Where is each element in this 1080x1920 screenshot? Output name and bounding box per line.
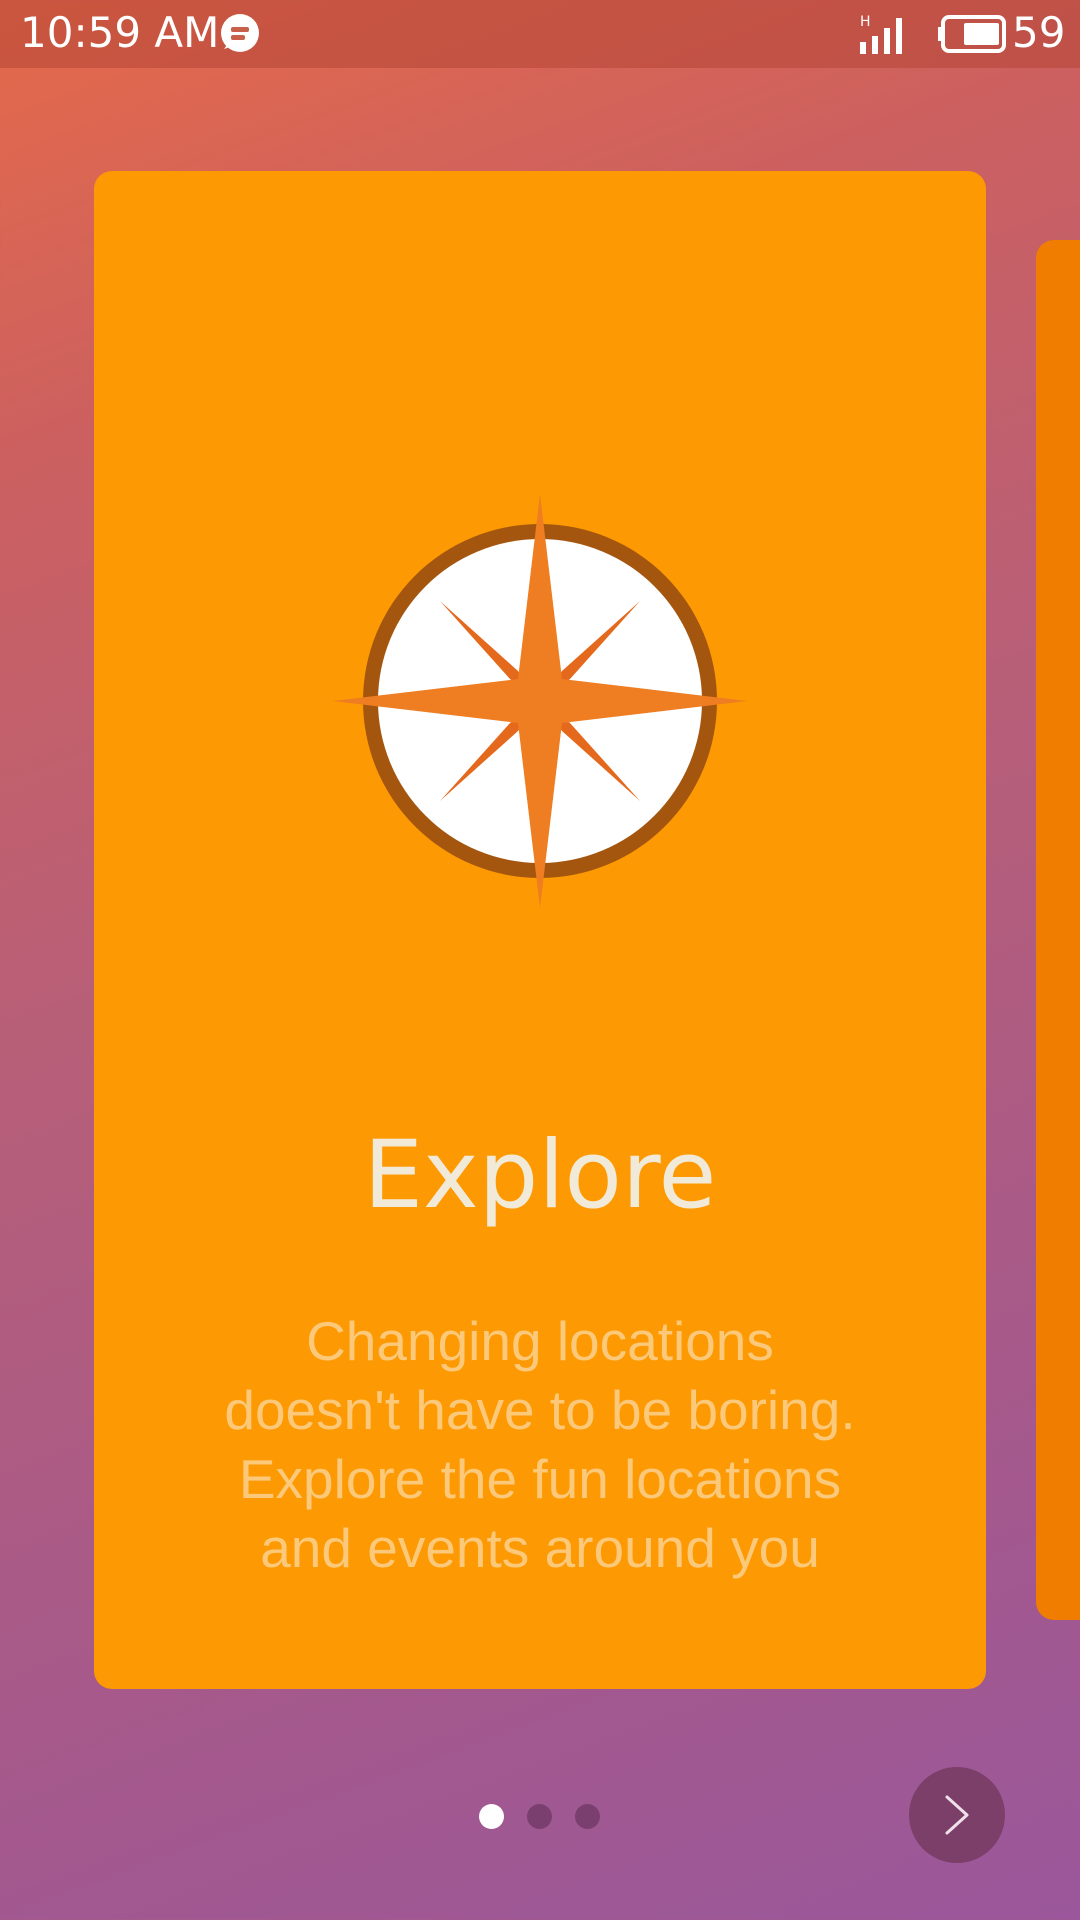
message-notification-icon xyxy=(220,13,260,58)
next-button[interactable] xyxy=(909,1767,1005,1863)
page-dot-2[interactable] xyxy=(527,1804,552,1829)
card-description: Changing locations doesn't have to be bo… xyxy=(224,1310,856,1579)
card-title: Explore xyxy=(363,1121,717,1230)
network-type-label: H xyxy=(860,14,871,30)
onboarding-card[interactable]: Explore Changing locations doesn't have … xyxy=(94,171,986,1689)
status-bar: 10:59 AM H 59 xyxy=(0,0,1080,68)
chevron-right-icon xyxy=(945,1795,969,1835)
status-time: 10:59 AM xyxy=(20,8,220,57)
battery-level: 59 xyxy=(1012,8,1066,57)
page-dot-1[interactable] xyxy=(479,1804,504,1829)
next-onboarding-card[interactable] xyxy=(1036,240,1080,1620)
battery-icon xyxy=(938,14,1008,59)
signal-icon: H xyxy=(858,12,914,61)
compass-icon xyxy=(330,491,750,916)
page-dot-3[interactable] xyxy=(575,1804,600,1829)
